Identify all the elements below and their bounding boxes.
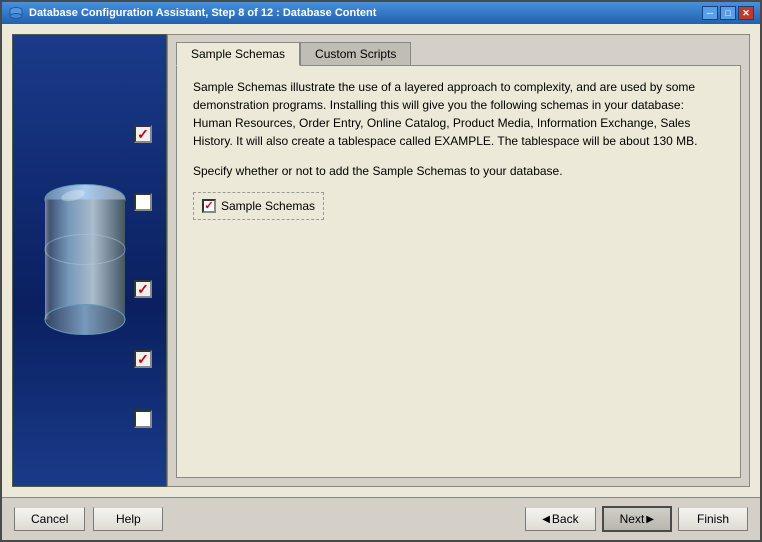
back-arrow-icon: ◀ [542,514,550,525]
cancel-button[interactable]: Cancel [14,507,85,531]
maximize-button[interactable]: □ [720,6,736,20]
bottom-bar: Cancel Help ◀ Back Next ▶ Finish [2,497,760,540]
next-arrow-icon: ▶ [646,514,654,525]
help-button[interactable]: Help [93,507,163,531]
left-panel [12,34,167,487]
titlebar-icon [8,5,24,21]
titlebar: Database Configuration Assistant, Step 8… [2,2,760,24]
main-window: Database Configuration Assistant, Step 8… [0,0,762,542]
titlebar-controls: ─ □ ✕ [702,6,754,20]
close-button[interactable]: ✕ [738,6,754,20]
tab-custom-scripts[interactable]: Custom Scripts [300,42,411,66]
finish-button[interactable]: Finish [678,507,748,531]
right-panel: Sample Schemas Custom Scripts Sample Sch… [167,34,750,487]
minimize-button[interactable]: ─ [702,6,718,20]
panel-checkbox-3 [134,280,152,298]
panel-checkbox-1 [134,125,152,143]
sample-schemas-checkbox-group: Sample Schemas [193,192,324,220]
bottom-left-buttons: Cancel Help [14,507,163,531]
panel-checkbox-4 [134,350,152,368]
next-button[interactable]: Next ▶ [602,506,672,532]
panel-checkbox-5 [134,410,152,428]
window-body: Sample Schemas Custom Scripts Sample Sch… [2,24,760,497]
description-text: Sample Schemas illustrate the use of a l… [193,78,724,150]
prompt-text: Specify whether or not to add the Sample… [193,162,724,180]
bottom-right-buttons: ◀ Back Next ▶ Finish [525,506,748,532]
panel-checkbox-2 [134,193,152,211]
back-button[interactable]: ◀ Back [525,507,595,531]
tab-bar: Sample Schemas Custom Scripts [168,35,749,65]
tab-sample-schemas[interactable]: Sample Schemas [176,42,300,66]
tab-content-sample-schemas: Sample Schemas illustrate the use of a l… [176,65,741,478]
sample-schemas-label: Sample Schemas [221,197,315,215]
sample-schemas-checkbox[interactable] [202,199,216,213]
titlebar-title: Database Configuration Assistant, Step 8… [29,7,702,19]
database-image [35,159,135,362]
